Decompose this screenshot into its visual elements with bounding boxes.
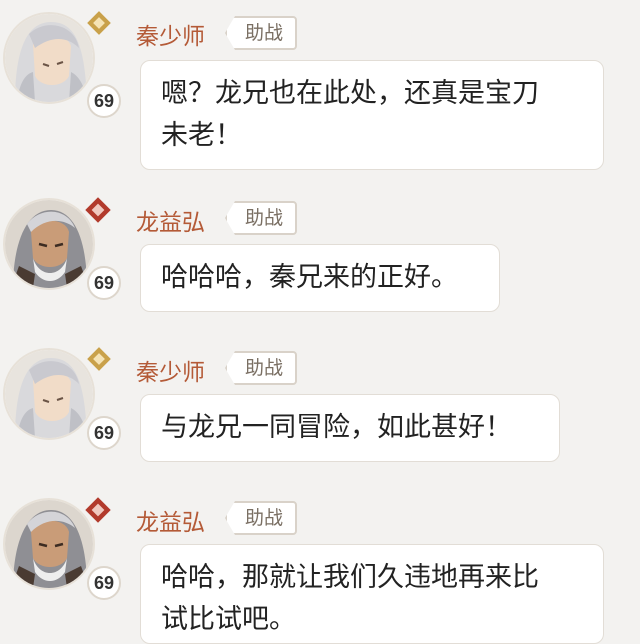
old-warrior-avatar-icon xyxy=(5,200,93,288)
gold-diamond-rank-icon xyxy=(87,11,111,35)
assist-tag: 助战 xyxy=(225,501,298,535)
level-badge: 69 xyxy=(87,266,121,300)
avatar[interactable] xyxy=(3,498,95,590)
avatar[interactable] xyxy=(3,348,95,440)
white-haired-scholar-avatar-icon xyxy=(5,14,93,102)
assist-tag: 助战 xyxy=(225,16,298,50)
avatar[interactable] xyxy=(3,198,95,290)
red-diamond-rank-icon xyxy=(85,497,111,523)
message-line: 未老！ xyxy=(161,120,242,151)
assist-tag: 助战 xyxy=(225,201,298,235)
level-badge: 69 xyxy=(87,566,121,600)
message-bubble: 与龙兄一同冒险，如此甚好！ xyxy=(140,394,560,462)
message-bubble: 嗯？龙兄也在此处，还真是宝刀 未老！ xyxy=(140,60,604,170)
message-line: 嗯？龙兄也在此处，还真是宝刀 xyxy=(161,78,539,109)
gold-diamond-rank-icon xyxy=(87,347,111,371)
speaker-name: 龙益弘 xyxy=(136,210,205,236)
speaker-name: 龙益弘 xyxy=(136,510,205,536)
assist-tag: 助战 xyxy=(225,351,298,385)
red-diamond-rank-icon xyxy=(85,197,111,223)
message-line: 试比试吧。 xyxy=(161,604,296,635)
level-badge: 69 xyxy=(87,84,121,118)
speaker-name: 秦少师 xyxy=(136,360,205,386)
message-line: 哈哈哈，秦兄来的正好。 xyxy=(161,262,458,293)
message-line: 与龙兄一同冒险，如此甚好！ xyxy=(161,412,512,443)
speaker-name: 秦少师 xyxy=(136,24,205,50)
message-bubble: 哈哈哈，秦兄来的正好。 xyxy=(140,244,500,312)
old-warrior-avatar-icon xyxy=(5,500,93,588)
message-line: 哈哈，那就让我们久违地再来比 xyxy=(161,562,539,593)
level-badge: 69 xyxy=(87,416,121,450)
message-bubble: 哈哈，那就让我们久违地再来比 试比试吧。 xyxy=(140,544,604,644)
avatar[interactable] xyxy=(3,12,95,104)
white-haired-scholar-avatar-icon xyxy=(5,350,93,438)
